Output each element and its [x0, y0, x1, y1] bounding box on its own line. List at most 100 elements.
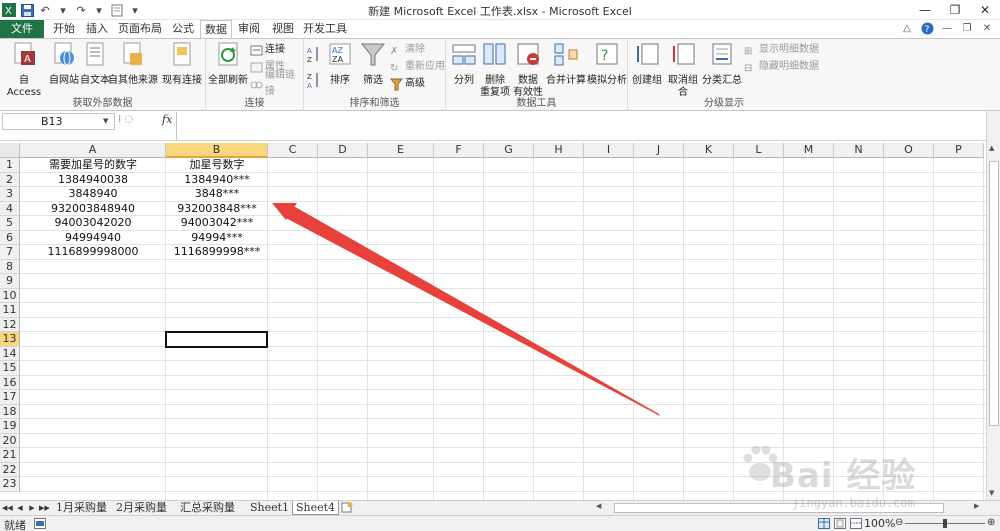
cell-b3[interactable]: 3848***	[166, 187, 268, 202]
select-all-corner[interactable]	[0, 143, 20, 158]
workbook-restore-icon[interactable]: ❐	[960, 21, 974, 35]
row-header-19[interactable]: 19	[0, 419, 20, 434]
formula-input[interactable]	[176, 112, 986, 140]
row-header-5[interactable]: 5	[0, 216, 20, 231]
minimize-ribbon-icon[interactable]: △	[900, 21, 914, 35]
tab-home[interactable]: 开始	[48, 20, 80, 38]
tab-page-layout[interactable]: 页面布局	[114, 20, 166, 38]
column-header-p[interactable]: P	[934, 143, 984, 158]
row-header-21[interactable]: 21	[0, 448, 20, 463]
last-sheet-icon[interactable]: ▶▶	[39, 502, 50, 514]
hide-detail-button[interactable]: ⊟ 隐藏明细数据	[744, 59, 819, 75]
macro-record-icon[interactable]	[34, 518, 46, 531]
row-header-2[interactable]: 2	[0, 172, 20, 187]
tab-formulas[interactable]: 公式	[168, 20, 198, 38]
restore-button[interactable]: ❐	[940, 0, 970, 20]
column-header-g[interactable]: G	[484, 143, 534, 158]
name-box-dropdown-icon[interactable]: ▼	[103, 117, 108, 125]
zoom-level[interactable]: 100%	[864, 517, 895, 530]
row-header-23[interactable]: 23	[0, 477, 20, 492]
page-layout-view-icon[interactable]	[834, 518, 846, 531]
column-header-m[interactable]: M	[784, 143, 834, 158]
scroll-left-icon[interactable]: ◀	[596, 502, 601, 510]
cell-a3[interactable]: 3848940	[20, 187, 166, 202]
insert-sheet-icon[interactable]	[340, 502, 354, 514]
prev-sheet-icon[interactable]: ◀	[15, 502, 25, 514]
cell-a1[interactable]: 需要加星号的数字	[20, 158, 166, 173]
column-header-f[interactable]: F	[434, 143, 484, 158]
selected-cell[interactable]	[165, 331, 268, 348]
minimize-button[interactable]: —	[910, 0, 940, 20]
cell-b2[interactable]: 1384940***	[166, 173, 268, 188]
sheet-tab-sheet4[interactable]: Sheet4	[292, 501, 340, 515]
tab-data[interactable]: 数据	[200, 20, 232, 39]
what-if-analysis-button[interactable]: ? 模拟分析	[586, 41, 628, 87]
cell-a5[interactable]: 94003042020	[20, 216, 166, 231]
reapply-filter-button[interactable]: ↻ 重新应用	[390, 59, 445, 75]
row-header-13[interactable]: 13	[0, 332, 20, 347]
page-break-view-icon[interactable]	[850, 518, 862, 531]
row-header-16[interactable]: 16	[0, 375, 20, 390]
first-sheet-icon[interactable]: ◀◀	[2, 502, 13, 514]
tab-developer[interactable]: 开发工具	[302, 20, 348, 38]
existing-connections-button[interactable]: 现有连接	[160, 41, 204, 87]
show-detail-button[interactable]: ⊞ 显示明细数据	[744, 42, 819, 58]
cell-b6[interactable]: 94994***	[166, 231, 268, 246]
subtotal-button[interactable]: 分类汇总	[702, 41, 742, 87]
data-validation-button[interactable]: 数据 有效性	[511, 41, 545, 99]
tab-insert[interactable]: 插入	[82, 20, 112, 38]
ungroup-button[interactable]: 取消组合	[664, 41, 702, 99]
from-web-button[interactable]: 自网站	[47, 41, 81, 87]
cell-a7[interactable]: 1116899998000	[20, 245, 166, 260]
column-header-o[interactable]: O	[884, 143, 934, 158]
insert-function-icon[interactable]: fx	[162, 113, 172, 126]
row-header-6[interactable]: 6	[0, 230, 20, 245]
next-sheet-icon[interactable]: ▶	[27, 502, 37, 514]
sheet-tab-feb[interactable]: 2月采购量	[116, 501, 167, 515]
cell-b7[interactable]: 1116899998***	[166, 245, 268, 260]
row-header-8[interactable]: 8	[0, 259, 20, 274]
row-header-15[interactable]: 15	[0, 361, 20, 376]
column-header-e[interactable]: E	[368, 143, 434, 158]
row-header-14[interactable]: 14	[0, 346, 20, 361]
column-header-b[interactable]: B	[166, 143, 268, 158]
tab-review[interactable]: 审阅	[234, 20, 264, 38]
sheet-tab-summary[interactable]: 汇总采购量	[180, 501, 235, 515]
name-box[interactable]: B13	[2, 113, 115, 130]
vertical-scroll-thumb[interactable]	[989, 161, 999, 426]
cell-b1[interactable]: 加星号数字	[166, 158, 268, 173]
filter-button[interactable]: 筛选	[358, 41, 388, 87]
text-to-columns-button[interactable]: 分列	[448, 41, 480, 87]
row-header-7[interactable]: 7	[0, 245, 20, 260]
row-header-12[interactable]: 12	[0, 317, 20, 332]
tab-view[interactable]: 视图	[268, 20, 298, 38]
zoom-in-icon[interactable]: ⊕	[987, 517, 995, 528]
from-access-button[interactable]: A 自 Access	[2, 41, 46, 99]
row-header-4[interactable]: 4	[0, 201, 20, 216]
column-header-c[interactable]: C	[268, 143, 318, 158]
column-header-d[interactable]: D	[318, 143, 368, 158]
row-header-18[interactable]: 18	[0, 404, 20, 419]
connections-button[interactable]: 连接	[250, 42, 285, 58]
edit-links-button[interactable]: 编辑链接	[250, 70, 303, 97]
workbook-close-icon[interactable]: ✕	[980, 21, 994, 35]
from-text-button[interactable]: 自文本	[80, 41, 110, 87]
zoom-out-icon[interactable]: ⊖	[895, 517, 903, 528]
vertical-scrollbar[interactable]: ▲ ▼	[986, 111, 1000, 500]
zoom-slider-knob[interactable]	[943, 519, 947, 528]
row-header-11[interactable]: 11	[0, 303, 20, 318]
column-header-a[interactable]: A	[20, 143, 166, 158]
workbook-minimize-icon[interactable]: —	[940, 21, 954, 35]
tab-file[interactable]: 文件	[0, 20, 44, 38]
column-header-i[interactable]: I	[584, 143, 634, 158]
sheet-tab-jan[interactable]: 1月采购量	[56, 501, 107, 515]
sort-descending-button[interactable]: ZA	[307, 69, 320, 90]
row-header-9[interactable]: 9	[0, 274, 20, 289]
row-header-10[interactable]: 10	[0, 288, 20, 303]
row-header-1[interactable]: 1	[0, 158, 20, 173]
group-button[interactable]: 创建组	[630, 41, 664, 87]
column-header-j[interactable]: J	[634, 143, 684, 158]
cell-a6[interactable]: 94994940	[20, 231, 166, 246]
close-button[interactable]: ✕	[970, 0, 1000, 20]
sort-ascending-button[interactable]: AZ	[307, 43, 320, 64]
